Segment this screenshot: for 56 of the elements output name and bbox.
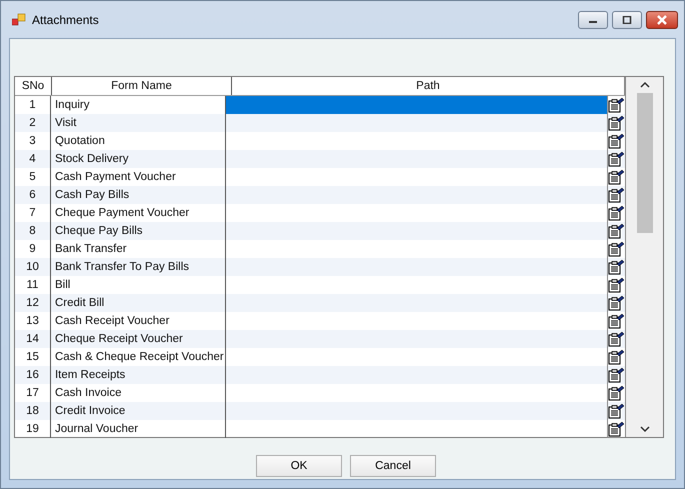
browse-icon[interactable] (608, 241, 625, 257)
browse-icon[interactable] (608, 349, 625, 365)
browse-icon[interactable] (608, 187, 625, 203)
scroll-down-icon[interactable] (640, 425, 650, 433)
table-cell: 2 (15, 114, 51, 132)
column-header: SNo (15, 77, 52, 95)
app-icon (12, 12, 26, 26)
browse-icon[interactable] (608, 295, 625, 311)
minimize-button[interactable] (578, 10, 608, 28)
browse-icon[interactable] (608, 169, 625, 185)
table-cell: Cash Pay Bills (50, 186, 226, 204)
table-cell: Cheque Receipt Voucher (50, 330, 226, 348)
browse-icon[interactable] (608, 331, 625, 347)
table-cell: Item Receipts (50, 366, 226, 384)
table-cell: 14 (15, 330, 51, 348)
scrollbar[interactable] (626, 77, 663, 437)
table-cell: 4 (15, 150, 51, 168)
browse-icon[interactable] (608, 223, 625, 239)
column-header: Form Name (52, 77, 232, 95)
table-cell: 12 (15, 294, 51, 312)
cancel-button[interactable]: Cancel (350, 455, 436, 477)
browse-icon[interactable] (608, 367, 625, 383)
scrollbar-thumb[interactable] (636, 93, 652, 233)
browse-icon[interactable] (608, 313, 625, 329)
table-cell: 8 (15, 222, 51, 240)
table-cell: Journal Voucher (50, 420, 226, 438)
table-cell: Bank Transfer To Pay Bills (50, 258, 226, 276)
browse-icon[interactable] (608, 421, 625, 437)
table-cell: 6 (15, 186, 51, 204)
scroll-up-icon[interactable] (640, 81, 650, 89)
browse-icon[interactable] (608, 385, 625, 401)
table-cell: Credit Bill (50, 294, 226, 312)
close-button[interactable] (646, 10, 678, 28)
close-icon (656, 14, 668, 24)
table-cell: 10 (15, 258, 51, 276)
table-cell: Stock Delivery (50, 150, 226, 168)
table-cell: Credit Invoice (50, 402, 226, 420)
browse-icon[interactable] (608, 133, 625, 149)
table-cell: 16 (15, 366, 51, 384)
browse-icon[interactable] (608, 151, 625, 167)
browse-icon[interactable] (608, 277, 625, 293)
window-title: Attachments (32, 12, 99, 26)
maximize-button[interactable] (612, 10, 642, 28)
browse-icon[interactable] (608, 115, 625, 131)
table-cell: Cheque Pay Bills (50, 222, 226, 240)
browse-icon[interactable] (608, 205, 625, 221)
column-header: Path (232, 77, 625, 95)
table-cell: 18 (15, 402, 51, 420)
browse-icon[interactable] (608, 97, 625, 113)
maximize-icon (622, 16, 632, 24)
browse-icon[interactable] (608, 259, 625, 275)
table-cell: 19 (15, 420, 51, 438)
browse-icon[interactable] (608, 403, 625, 419)
path-cell[interactable] (226, 96, 608, 114)
ok-button[interactable]: OK (256, 455, 342, 477)
table-cell: Visit (50, 114, 226, 132)
